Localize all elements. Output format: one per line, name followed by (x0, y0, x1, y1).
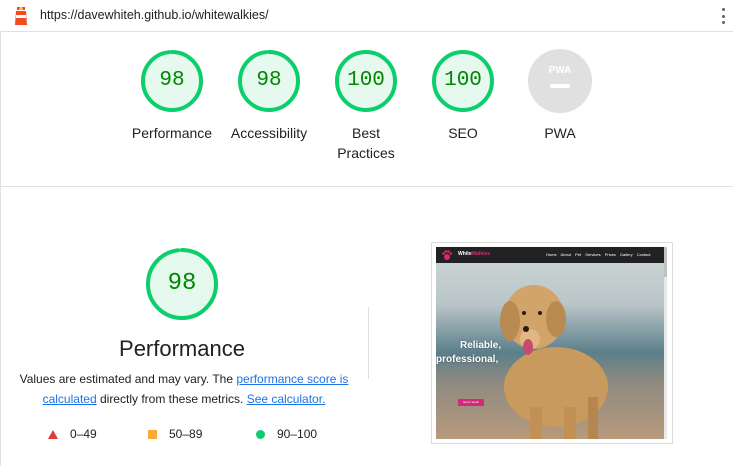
score-summary: 98 Performance 98 Accessibility 100 Best… (0, 31, 733, 187)
gauge-accessibility[interactable]: 98 Accessibility (219, 49, 319, 143)
pwa-badge: PWA (528, 49, 592, 113)
screenshot-brand: WhiteWalkies (458, 251, 490, 257)
gauge-label: Accessibility (230, 125, 308, 141)
gauge-ring: 100 (334, 49, 398, 113)
legend-range: 0–49 (70, 427, 97, 441)
performance-score: 98 (167, 270, 197, 297)
pwa-badge-text: PWA (549, 65, 572, 76)
kebab-menu-icon[interactable] (717, 6, 729, 26)
screenshot-navbar: WhiteWalkies Home About Pet Services Pri… (436, 247, 664, 263)
brand-prefix: White (458, 251, 472, 257)
gauge-score: 98 (256, 69, 282, 92)
screenshot-menu: Home About Pet Services Prices Gallery C… (546, 252, 651, 257)
gauge-ring: 98 (140, 49, 204, 113)
gauge-score: 100 (444, 69, 482, 92)
desc-text: Values are estimated and may vary. The (19, 372, 237, 386)
lighthouse-icon (15, 7, 27, 25)
legend-fail: 0–49 (48, 427, 97, 441)
gauge-label: Best Practices (337, 125, 395, 161)
legend-range: 50–89 (169, 427, 203, 441)
report-url[interactable]: https://davewhiteh.github.io/whitewalkie… (40, 8, 269, 22)
gauge-ring: 100 (431, 49, 495, 113)
screenshot-hero-text: Reliable, professional, (436, 339, 501, 367)
pwa-badge-icon: PWA (528, 49, 592, 113)
legend-pass: 90–100 (256, 427, 317, 441)
triangle-icon (48, 429, 58, 439)
gauge-score: 98 (159, 69, 185, 92)
see-calculator-link[interactable]: See calculator. (247, 392, 326, 406)
gauge-pwa[interactable]: PWA PWA (510, 49, 610, 143)
desc-text: directly from these metrics. (96, 392, 247, 406)
brand-suffix: Walkies (471, 251, 491, 257)
screenshot-image: WhiteWalkies Home About Pet Services Pri… (436, 247, 664, 439)
gauge-label: SEO (448, 125, 478, 141)
gauge-seo[interactable]: 100 SEO (413, 49, 513, 143)
gauge-score: 100 (347, 69, 385, 92)
circle-icon (256, 429, 265, 439)
legend-average: 50–89 (148, 427, 202, 441)
screenshot-cta-button: Get in touch (458, 399, 484, 406)
final-screenshot[interactable]: WhiteWalkies Home About Pet Services Pri… (431, 242, 673, 444)
hero-line: Reliable, (460, 340, 502, 351)
performance-description: Values are estimated and may vary. The p… (14, 369, 354, 409)
report-topbar: https://davewhiteh.github.io/whitewalkie… (0, 0, 733, 32)
gauge-best-practices[interactable]: 100 Best Practices (316, 49, 416, 163)
gauge-ring: 98 (237, 49, 301, 113)
performance-section: 98 Performance Values are estimated and … (0, 187, 733, 466)
performance-title: Performance (119, 336, 245, 361)
paw-icon (442, 250, 453, 260)
performance-gauge: 98 (145, 247, 219, 321)
gauge-label: Performance (131, 125, 213, 141)
screenshot-scrollbar-thumb (664, 247, 667, 277)
square-icon (148, 429, 157, 439)
hero-line: professional, (436, 354, 499, 365)
gauge-label: PWA (544, 125, 576, 141)
divider (368, 307, 369, 379)
legend-range: 90–100 (277, 427, 318, 441)
dog-image (500, 285, 608, 439)
gauge-performance[interactable]: 98 Performance (122, 49, 222, 143)
